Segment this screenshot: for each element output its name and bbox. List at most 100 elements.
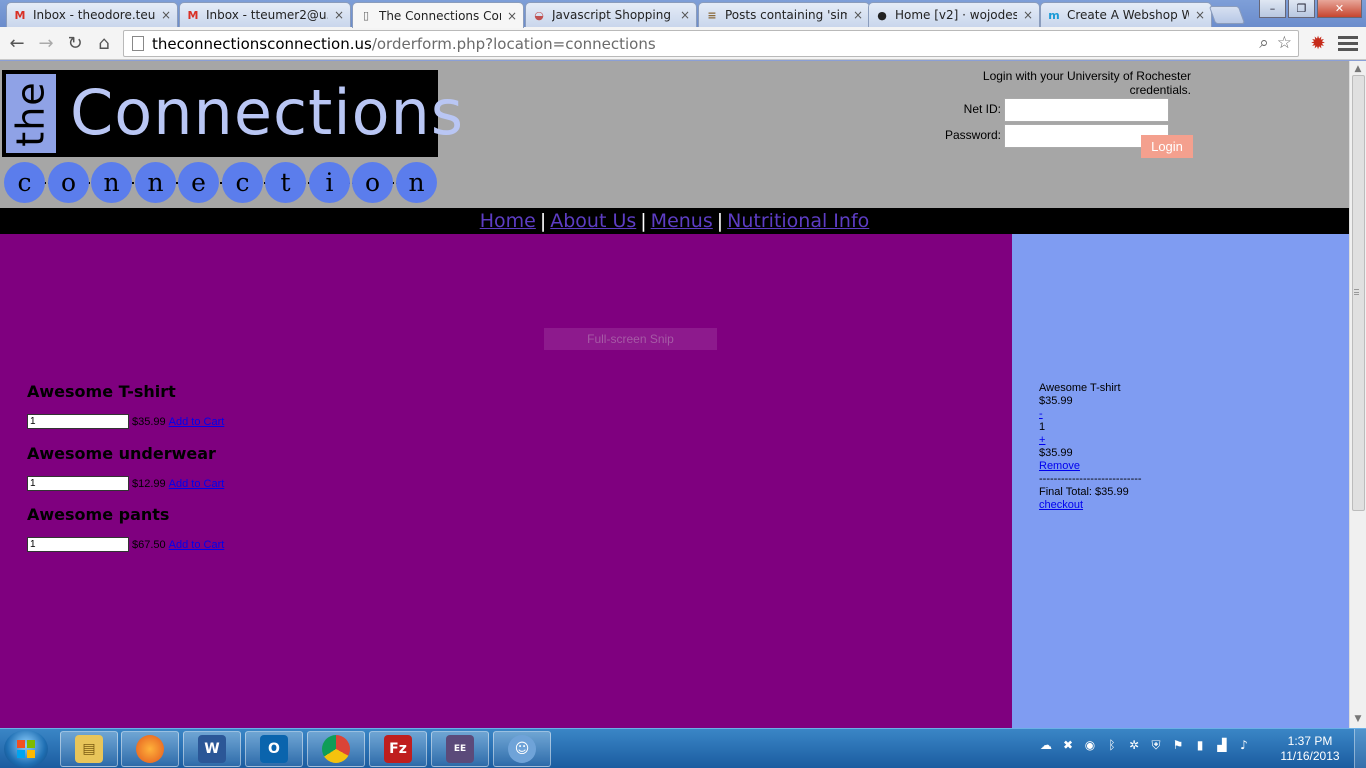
- volume-icon[interactable]: ♪: [1236, 737, 1252, 753]
- shield-icon[interactable]: ⛨: [1148, 737, 1164, 753]
- page-viewport: the Connections c o n n e c t i o n Logi…: [0, 61, 1349, 728]
- address-bar[interactable]: theconnectionsconnection.us/orderform.ph…: [123, 30, 1299, 57]
- page-scrollbar[interactable]: ▲ ▼: [1349, 61, 1366, 728]
- star-icon[interactable]: ☆: [1277, 33, 1292, 53]
- logo-connection-circles: c o n n e c t i o n: [4, 162, 438, 204]
- nav-link-nutritional-info[interactable]: Nutritional Info: [727, 210, 869, 232]
- tab-webshop[interactable]: m Create A Webshop Wi ×: [1040, 2, 1212, 27]
- new-tab-button[interactable]: [1208, 6, 1246, 24]
- nav-separator: |: [539, 210, 547, 232]
- product-price: $67.50: [132, 538, 166, 551]
- taskbar-filezilla[interactable]: Fz: [369, 731, 427, 767]
- reload-icon[interactable]: ↻: [63, 32, 87, 54]
- minimize-icon[interactable]: –: [1259, 0, 1286, 18]
- taskbar-chrome[interactable]: [307, 731, 365, 767]
- scroll-up-icon[interactable]: ▲: [1353, 64, 1363, 74]
- cart-item-name: Awesome T-shirt: [1039, 382, 1121, 394]
- add-to-cart-link[interactable]: Add to Cart: [169, 539, 225, 551]
- checkout-link[interactable]: checkout: [1039, 499, 1142, 512]
- tab-title: Inbox - tteumer2@u.ro: [206, 8, 328, 22]
- tab-gmail-theodore[interactable]: M Inbox - theodore.teum ×: [6, 2, 178, 27]
- javaee-ide-icon: EE: [446, 735, 474, 763]
- bluetooth-icon[interactable]: ᛒ: [1104, 737, 1120, 753]
- signal-icon[interactable]: ▟: [1214, 737, 1230, 753]
- nav-separator: |: [640, 210, 647, 232]
- tab-posts[interactable]: ≡ Posts containing 'simp ×: [698, 2, 870, 27]
- logo-letter-circle: o: [48, 162, 89, 203]
- windows-logo-icon: [17, 740, 35, 758]
- netid-input[interactable]: [1004, 98, 1169, 122]
- close-tab-icon[interactable]: ×: [1023, 8, 1033, 22]
- nav-link-about-us[interactable]: About Us: [550, 210, 636, 232]
- close-tab-icon[interactable]: ×: [507, 9, 517, 23]
- netid-label: Net ID:: [963, 102, 1001, 116]
- full-screen-snip-overlay[interactable]: Full-screen Snip: [544, 328, 717, 350]
- taskbar-word[interactable]: W: [183, 731, 241, 767]
- home-icon[interactable]: ⌂: [92, 32, 116, 54]
- taskbar-explorer[interactable]: ▤: [60, 731, 118, 767]
- product-price: $35.99: [132, 415, 166, 428]
- start-button[interactable]: [4, 730, 48, 768]
- tab-title: Javascript Shopping C: [552, 8, 674, 22]
- device-icon[interactable]: ▮: [1192, 737, 1208, 753]
- add-to-cart-link[interactable]: Add to Cart: [169, 478, 225, 490]
- menu-icon[interactable]: [1338, 33, 1358, 53]
- url-host: theconnectionsconnection.us: [152, 34, 372, 53]
- shopping-cart-panel: Awesome T-shirt $35.99 - 1 + $35.99 Remo…: [1012, 234, 1349, 728]
- maximize-icon[interactable]: ❐: [1288, 0, 1315, 18]
- close-tab-icon[interactable]: ×: [680, 8, 690, 22]
- explorer-icon: ▤: [75, 735, 103, 763]
- quantity-input[interactable]: [27, 476, 129, 491]
- tab-github[interactable]: ● Home [v2] · wojodesig ×: [868, 2, 1040, 27]
- close-tab-icon[interactable]: ×: [853, 8, 863, 22]
- forward-arrow-icon[interactable]: →: [34, 32, 58, 54]
- logo-letter-circle: n: [135, 162, 176, 203]
- tab-title: Create A Webshop Wi: [1067, 8, 1189, 22]
- flag-icon[interactable]: ⚑: [1170, 737, 1186, 753]
- logo-the-box: the: [6, 74, 56, 153]
- extension-icon[interactable]: ✹: [1306, 31, 1330, 55]
- quantity-input[interactable]: [27, 537, 129, 552]
- close-tab-icon[interactable]: ×: [1195, 8, 1205, 22]
- product-name: Awesome T-shirt: [27, 382, 176, 401]
- password-label: Password:: [944, 128, 1001, 142]
- cart-contents: Awesome T-shirt $35.99 - 1 + $35.99 Remo…: [1039, 382, 1142, 512]
- browser-toolbar: ← → ↻ ⌂ theconnectionsconnection.us/orde…: [0, 27, 1366, 60]
- close-tab-icon[interactable]: ×: [334, 8, 344, 22]
- add-to-cart-link[interactable]: Add to Cart: [169, 416, 225, 428]
- network-error-icon[interactable]: ✖: [1060, 737, 1076, 753]
- decrease-quantity-link[interactable]: -: [1039, 408, 1142, 421]
- stack-icon: ≡: [707, 8, 717, 22]
- system-clock[interactable]: 1:37 PM 11/16/2013: [1278, 734, 1342, 764]
- remove-item-link[interactable]: Remove: [1039, 460, 1142, 473]
- page-icon: [132, 36, 144, 51]
- nav-link-menus[interactable]: Menus: [651, 210, 713, 232]
- nav-link-home[interactable]: Home: [480, 210, 536, 232]
- tab-gmail-tteumer[interactable]: M Inbox - tteumer2@u.ro ×: [179, 2, 351, 27]
- show-desktop-button[interactable]: [1354, 729, 1366, 768]
- sync-icon[interactable]: ✲: [1126, 737, 1142, 753]
- logo-letter-circle: o: [352, 162, 393, 203]
- taskbar-outlook[interactable]: O: [245, 731, 303, 767]
- tab-connections[interactable]: ▯ The Connections Con ×: [352, 2, 524, 28]
- close-window-icon[interactable]: ✕: [1317, 0, 1362, 18]
- site-logo[interactable]: the Connections c o n n e c t i o n: [2, 70, 463, 204]
- system-tray: ☁ ✖ ◉ ᛒ ✲ ⛨ ⚑ ▮ ▟ ♪: [1038, 737, 1252, 753]
- login-button[interactable]: Login: [1141, 135, 1193, 158]
- logo-letter-circle: n: [91, 162, 132, 203]
- product-price: $12.99: [132, 477, 166, 490]
- back-arrow-icon[interactable]: ←: [5, 32, 29, 54]
- search-icon[interactable]: ⌕: [1259, 33, 1269, 53]
- increase-quantity-link[interactable]: +: [1039, 434, 1142, 447]
- antivirus-icon[interactable]: ◉: [1082, 737, 1098, 753]
- taskbar-firefox[interactable]: [121, 731, 179, 767]
- taskbar-javaee-ide[interactable]: EE: [431, 731, 489, 767]
- quantity-input[interactable]: [27, 414, 129, 429]
- scroll-down-icon[interactable]: ▼: [1353, 714, 1363, 724]
- cloud-icon[interactable]: ☁: [1038, 737, 1054, 753]
- basket-icon: ◒: [534, 8, 544, 22]
- github-icon: ●: [877, 8, 887, 22]
- taskbar-chat[interactable]: ☺: [493, 731, 551, 767]
- close-tab-icon[interactable]: ×: [161, 8, 171, 22]
- tab-js-shopping[interactable]: ◒ Javascript Shopping C ×: [525, 2, 697, 27]
